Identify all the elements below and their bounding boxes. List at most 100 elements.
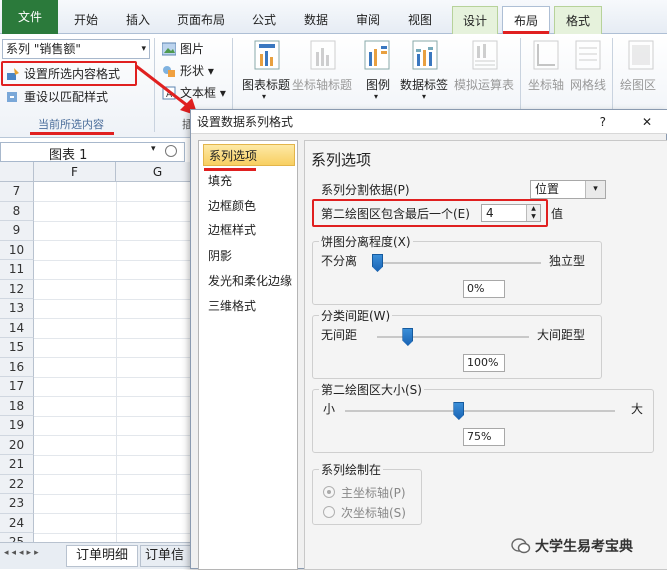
tab-page-layout[interactable]: 页面布局 xyxy=(170,6,232,34)
nav-border-style[interactable]: 边框样式 xyxy=(203,219,295,241)
row-header[interactable]: 24 xyxy=(0,513,34,533)
data-table-button[interactable]: 模拟运算表 xyxy=(454,40,516,102)
axes-icon xyxy=(533,40,559,73)
panel-title: 系列选项 xyxy=(311,151,372,169)
tab-formulas[interactable]: 公式 xyxy=(244,6,284,34)
second-plot-spinner[interactable]: 4 ▲ ▼ xyxy=(481,204,541,222)
secondary-axis-radio[interactable] xyxy=(323,506,335,518)
format-brush-icon xyxy=(6,67,20,81)
row-header[interactable]: 16 xyxy=(0,357,34,377)
picture-icon xyxy=(161,42,177,61)
gap-max-label: 大间距型 xyxy=(537,328,586,342)
size-value[interactable]: 75% xyxy=(463,428,505,446)
split-by-select[interactable]: 位置 ▾ xyxy=(530,180,606,199)
reset-style-button[interactable]: 重设以匹配样式 xyxy=(6,88,136,106)
row-header[interactable]: 8 xyxy=(0,201,34,221)
row-header[interactable]: 12 xyxy=(0,279,34,299)
explosion-group: 饼图分离程度(X) 不分离 独立型 0% xyxy=(312,233,602,305)
column-header-f[interactable]: F xyxy=(34,162,116,182)
row-header[interactable]: 7 xyxy=(0,182,34,202)
chevron-down-icon: ▾ xyxy=(151,144,156,154)
row-header[interactable]: 11 xyxy=(0,260,34,280)
gap-value[interactable]: 100% xyxy=(463,354,505,372)
row-gridline xyxy=(34,318,200,319)
tab-file[interactable]: 文件 xyxy=(2,0,58,34)
format-selection-button[interactable]: 设置所选内容格式 xyxy=(6,65,136,83)
size-slider-thumb[interactable] xyxy=(453,402,465,420)
row-header[interactable]: 10 xyxy=(0,240,34,260)
row-gridline xyxy=(34,240,200,241)
nav-fill[interactable]: 填充 xyxy=(203,170,295,192)
row-header[interactable]: 13 xyxy=(0,299,34,319)
row-header[interactable]: 14 xyxy=(0,318,34,338)
gap-track xyxy=(377,336,529,338)
plot-area-button[interactable]: 绘图区 xyxy=(618,40,664,102)
tab-review[interactable]: 审阅 xyxy=(348,6,388,34)
axes-label: 坐标轴 xyxy=(528,78,565,92)
nav-3d-format[interactable]: 三维格式 xyxy=(203,295,295,317)
data-table-label: 模拟运算表 xyxy=(454,78,515,92)
chart-element-value: 系列 "销售额" xyxy=(6,42,81,56)
row-header[interactable]: 21 xyxy=(0,455,34,475)
chart-title-button[interactable]: 图表标题 ▾ xyxy=(242,40,290,102)
row-header[interactable]: 23 xyxy=(0,494,34,514)
data-labels-label: 数据标签 xyxy=(400,78,449,92)
data-labels-button[interactable]: 数据标签 ▾ xyxy=(400,40,450,102)
picture-label: 图片 xyxy=(180,42,205,56)
row-header[interactable]: 18 xyxy=(0,396,34,416)
row-header[interactable]: 15 xyxy=(0,338,34,358)
explosion-min-label: 不分离 xyxy=(321,254,358,268)
primary-axis-radio[interactable] xyxy=(323,486,335,498)
nav-series-options[interactable]: 系列选项 xyxy=(203,144,295,166)
gridlines-icon xyxy=(575,40,601,73)
legend-button[interactable]: 图例 ▾ xyxy=(360,40,396,102)
sheet-tab-bar: ◂◂◂▸▸ 订单明细 订单信 xyxy=(0,542,200,569)
column-gridline xyxy=(116,182,117,542)
split-by-value: 位置 xyxy=(535,182,560,196)
row-header[interactable]: 22 xyxy=(0,474,34,494)
tab-insert[interactable]: 插入 xyxy=(118,6,158,34)
nav-shadow[interactable]: 阴影 xyxy=(203,245,295,267)
chevron-down-icon: ▾ xyxy=(374,92,379,101)
select-all-corner[interactable] xyxy=(0,162,34,182)
tab-home[interactable]: 开始 xyxy=(66,6,106,34)
format-data-series-dialog: 设置数据系列格式 ? ✕ 系列选项 填充 边框颜色 边框样式 阴影 发光和柔化边… xyxy=(190,109,667,570)
name-box[interactable]: 图表 1 ▾ xyxy=(0,142,185,163)
close-button[interactable]: ✕ xyxy=(642,110,652,134)
explosion-value[interactable]: 0% xyxy=(463,280,505,298)
secondary-axis-label: 次坐标轴(S) xyxy=(341,506,406,520)
help-button[interactable]: ? xyxy=(600,110,606,134)
data-table-icon xyxy=(472,40,498,73)
row-header[interactable]: 20 xyxy=(0,435,34,455)
axes-button[interactable]: 坐标轴 xyxy=(526,40,566,102)
spinner-arrows-icon[interactable]: ▲ ▼ xyxy=(526,205,540,221)
chart-element-dropdown[interactable]: 系列 "销售额" ▾ xyxy=(2,39,150,59)
sheet-tab-order-details[interactable]: 订单明细 xyxy=(66,545,138,567)
gap-width-group: 分类间距(W) 无间距 大间距型 100% xyxy=(312,307,602,379)
gridlines-button[interactable]: 网格线 xyxy=(568,40,608,102)
row-header[interactable]: 9 xyxy=(0,221,34,241)
row-gridline xyxy=(34,513,200,514)
nav-border-color[interactable]: 边框颜色 xyxy=(203,195,295,217)
tab-view[interactable]: 视图 xyxy=(400,6,440,34)
axis-titles-button[interactable]: 坐标轴标题 xyxy=(292,40,354,102)
explosion-slider-thumb[interactable] xyxy=(372,254,383,272)
nav-glow-soft-edges[interactable]: 发光和柔化边缘 xyxy=(203,270,295,292)
worksheet-grid[interactable]: F G 78910111213141516171819202122232425 xyxy=(0,162,200,553)
row-header[interactable]: 17 xyxy=(0,377,34,397)
tab-format[interactable]: 格式 xyxy=(554,6,602,34)
plot-area-label: 绘图区 xyxy=(620,78,657,92)
row-gridline xyxy=(34,357,200,358)
gap-slider-thumb[interactable] xyxy=(402,328,414,346)
gap-min-label: 无间距 xyxy=(321,328,358,342)
format-selection-label: 设置所选内容格式 xyxy=(24,67,121,81)
column-header-g[interactable]: G xyxy=(116,162,200,182)
second-plot-label: 第二绘图区包含最后一个(E) xyxy=(321,207,470,221)
reset-style-label: 重设以匹配样式 xyxy=(24,90,109,104)
group-label-underline xyxy=(30,132,114,135)
chevron-down-icon: ▾ xyxy=(422,92,427,101)
tab-data[interactable]: 数据 xyxy=(296,6,336,34)
row-header[interactable]: 19 xyxy=(0,416,34,436)
sheet-nav-arrows-icon[interactable]: ◂◂◂▸▸ xyxy=(4,548,42,558)
tab-design[interactable]: 设计 xyxy=(452,6,498,34)
